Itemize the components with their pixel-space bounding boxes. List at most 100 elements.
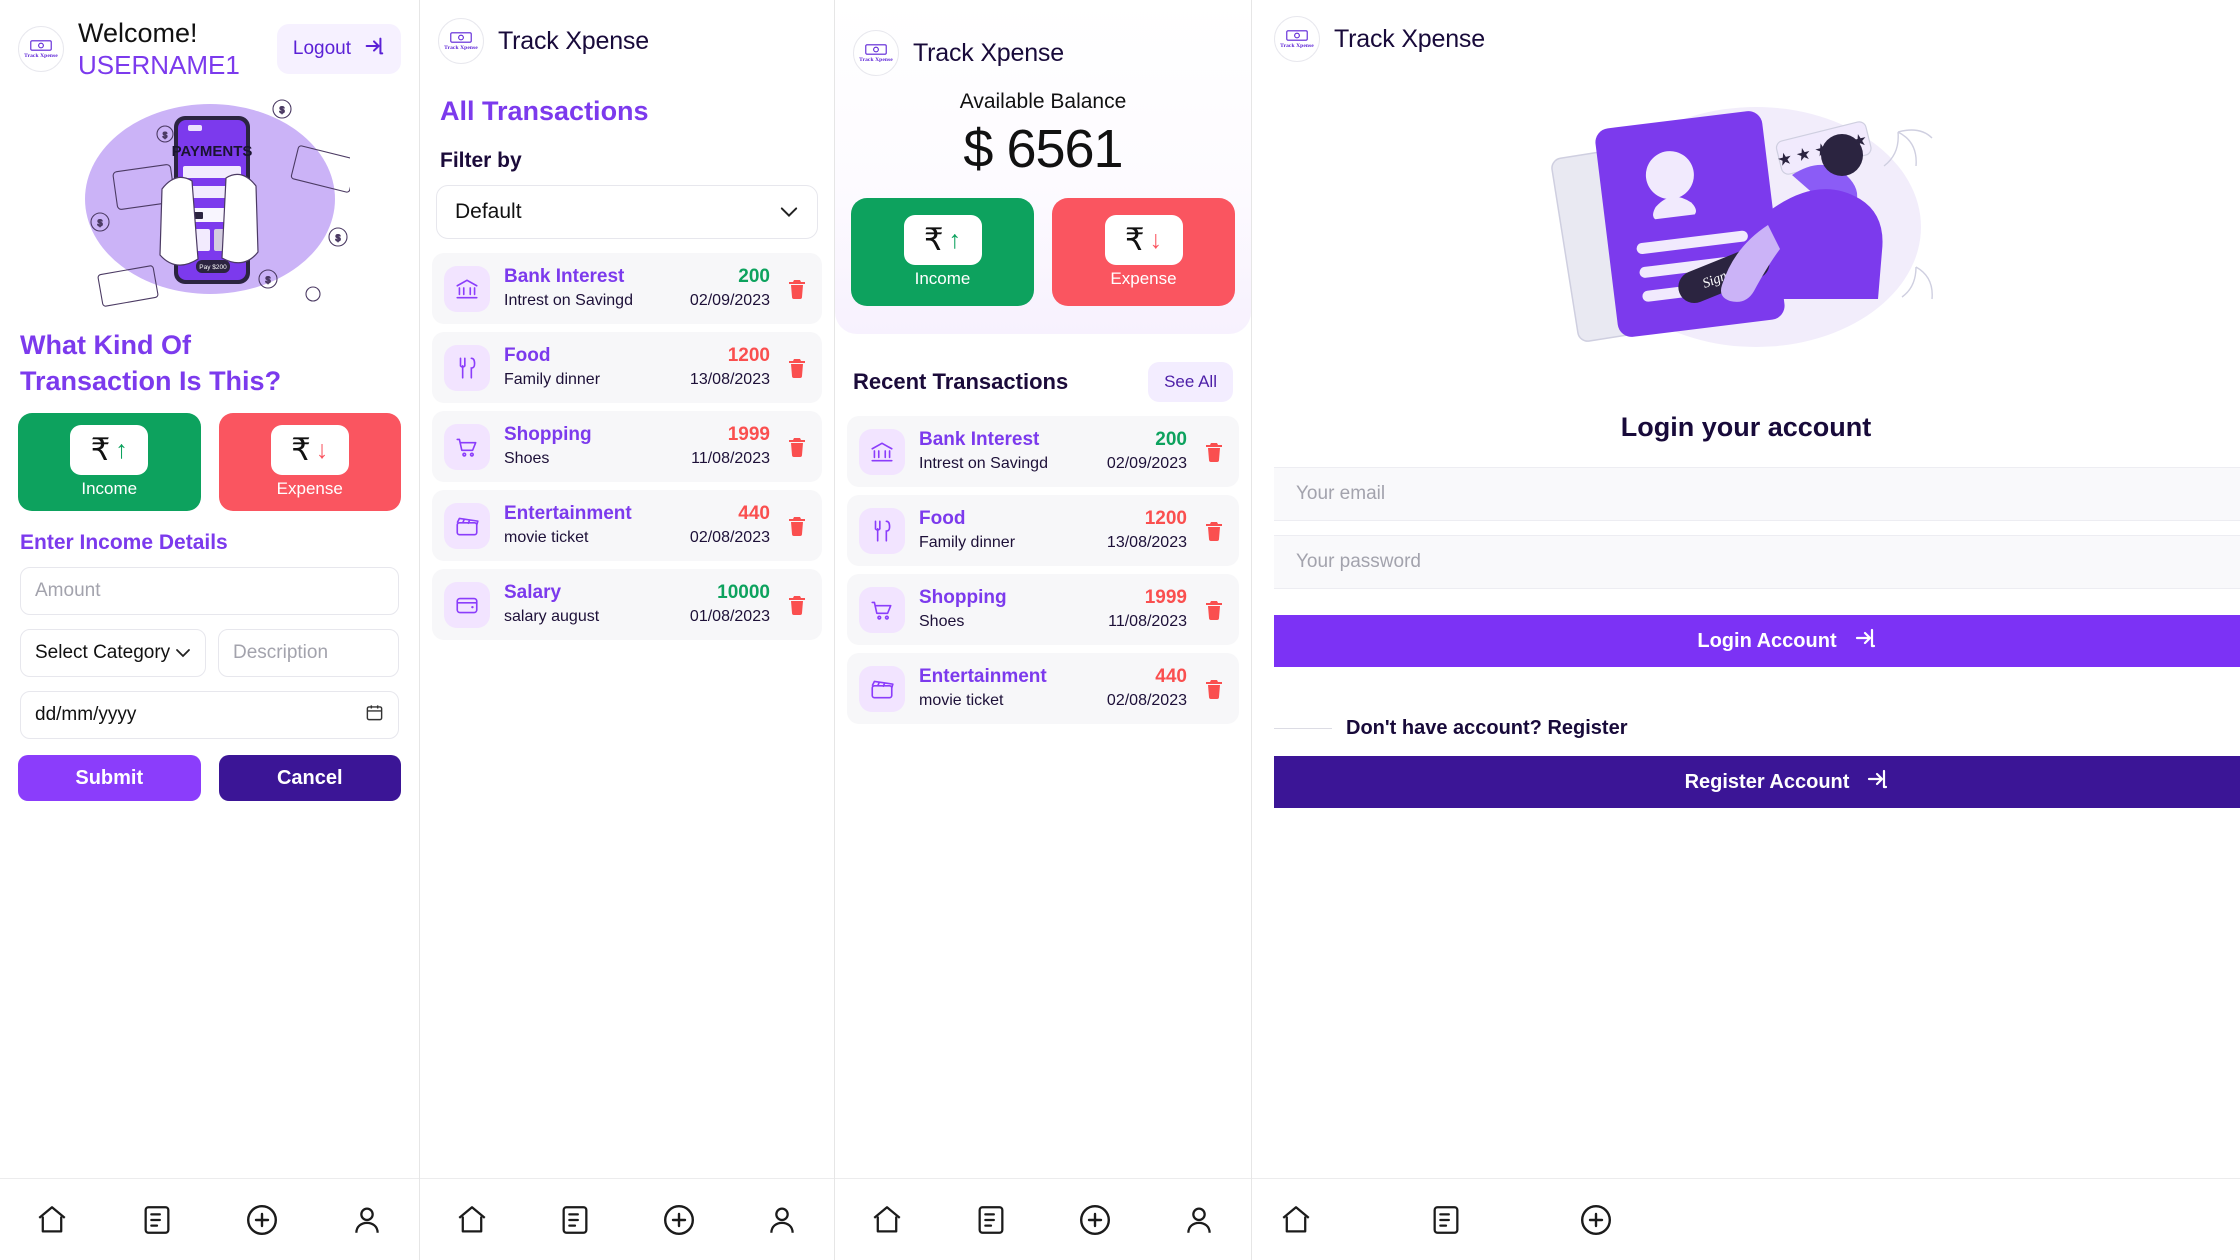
food-icon (859, 507, 905, 554)
delete-icon[interactable] (784, 277, 810, 301)
transaction-note: movie ticket (919, 691, 1004, 709)
delete-icon[interactable] (784, 356, 810, 380)
nav-profile-icon[interactable] (1167, 1188, 1231, 1252)
brand-title: Track Xpense (913, 38, 1064, 67)
transaction-date: 11/08/2023 (691, 449, 770, 467)
nav-profile-icon[interactable] (335, 1188, 399, 1252)
table-row[interactable]: Food Family dinner 1200 13/08/2023 (847, 495, 1239, 567)
table-row[interactable]: Salary salary august 10000 01/08/2023 (432, 569, 822, 641)
description-input[interactable]: Description (218, 629, 399, 678)
expense-label: Expense (276, 479, 343, 499)
logout-button[interactable]: Logout (276, 24, 401, 75)
transaction-meta: 1200 13/08/2023 (690, 344, 770, 391)
transaction-meta: 10000 01/08/2023 (690, 581, 770, 628)
transaction-amount: 10000 (717, 582, 770, 604)
see-all-button[interactable]: See All (1148, 362, 1233, 402)
transaction-meta: 440 02/08/2023 (690, 502, 770, 549)
filter-select[interactable]: Default (436, 185, 818, 239)
nav-add-icon[interactable] (1063, 1188, 1127, 1252)
cancel-button[interactable]: Cancel (218, 755, 401, 802)
clapperboard-icon (444, 502, 490, 549)
money-bill-icon (1286, 29, 1308, 42)
nav-add-icon[interactable] (230, 1188, 294, 1252)
transaction-info: Bank Interest Intrest on Savingd (504, 265, 676, 312)
expense-icon: ₹ ↓ (270, 425, 349, 476)
register-button[interactable]: Register Account (1274, 756, 2240, 808)
income-type-button[interactable]: ₹ ↑ Income (851, 198, 1034, 306)
signup-illustration: Sign Up ★★★★★ (1252, 72, 2240, 372)
amount-input[interactable]: Amount (20, 567, 399, 616)
nav-home-icon[interactable] (855, 1188, 919, 1252)
expense-type-button[interactable]: ₹ ↓ Expense (1052, 198, 1235, 306)
logout-label: Logout (292, 38, 351, 60)
table-row[interactable]: Shopping Shoes 1999 11/08/2023 (847, 574, 1239, 646)
transaction-meta: 1999 11/08/2023 (691, 423, 770, 470)
transaction-date: 02/08/2023 (689, 528, 770, 546)
panel-dashboard: Track Xpense Track Xpense Available Bala… (835, 0, 1252, 1260)
arrow-up-icon: ↑ (948, 225, 962, 254)
nav-home-icon[interactable] (440, 1188, 504, 1252)
category-select[interactable]: Select Category (20, 629, 206, 678)
income-label: Income (914, 269, 971, 288)
nav-list-icon[interactable] (1414, 1188, 1478, 1252)
delete-icon[interactable] (1201, 598, 1227, 622)
income-icon: ₹ ↑ (70, 425, 149, 476)
transaction-category: Food (919, 508, 966, 530)
transaction-note: Intrest on Savingd (504, 291, 633, 309)
table-row[interactable]: Bank Interest Intrest on Savingd 200 02/09/… (432, 253, 822, 325)
nav-list-icon[interactable] (959, 1188, 1023, 1252)
delete-icon[interactable] (784, 514, 810, 538)
nav-add-icon[interactable] (647, 1188, 711, 1252)
panel-add-transaction: Track Xpense Welcome! USERNAME1 Logout $… (0, 0, 420, 1260)
transaction-info: Salary salary august (504, 581, 676, 628)
transaction-info: Shopping Shoes (504, 423, 677, 470)
transaction-category: Bank Interest (919, 429, 1040, 450)
shopping-cart-icon (859, 586, 905, 633)
email-field[interactable]: Your email (1274, 467, 2240, 521)
table-row[interactable]: Entertainment movie ticket 440 02/08/2023 (432, 490, 822, 562)
transaction-amount: 1999 (727, 424, 770, 446)
calendar-icon[interactable] (365, 703, 384, 728)
panel2-header: Track Xpense Track Xpense (420, 0, 834, 64)
nav-list-icon[interactable] (125, 1188, 189, 1252)
table-row[interactable]: Entertainment movie ticket 440 02/08/2023 (847, 653, 1239, 725)
income-label: Income (81, 479, 138, 499)
date-input[interactable]: dd/mm/yyyy (20, 691, 399, 740)
svg-text:Pay $200: Pay $200 (199, 264, 227, 271)
register-prompt[interactable]: Don't have account? Register (1346, 717, 1627, 740)
delete-icon[interactable] (784, 435, 810, 459)
delete-icon[interactable] (1201, 519, 1227, 543)
table-row[interactable]: Food Family dinner 1200 13/08/2023 (432, 332, 822, 404)
svg-text:$: $ (265, 275, 270, 285)
expense-type-button[interactable]: ₹ ↓ Expense (218, 413, 401, 512)
brand-title: Track Xpense (498, 26, 649, 55)
nav-add-icon[interactable] (1564, 1188, 1628, 1252)
table-row[interactable]: Shopping Shoes 1999 11/08/2023 (432, 411, 822, 483)
transaction-amount: 440 (1155, 666, 1187, 688)
transaction-info: Food Family dinner (919, 507, 1093, 554)
delete-icon[interactable] (784, 593, 810, 617)
register-button-label: Register Account (1684, 770, 1850, 793)
nav-profile-icon[interactable] (750, 1188, 814, 1252)
delete-icon[interactable] (1201, 677, 1227, 701)
password-field[interactable]: Your password (1274, 535, 2240, 589)
table-row[interactable]: Bank Interest Intrest on Savingd 200 02/09/… (847, 416, 1239, 488)
logo-text: Track Xpense (1280, 42, 1314, 49)
transaction-meta: 440 02/08/2023 (1107, 665, 1187, 712)
delete-icon[interactable] (1201, 440, 1227, 464)
rupee-symbol: ₹ (90, 431, 111, 468)
submit-button[interactable]: Submit (18, 755, 201, 802)
nav-home-icon[interactable] (20, 1188, 84, 1252)
category-value: Select Category (35, 642, 171, 664)
login-arrow-icon (1853, 626, 1877, 656)
income-type-button[interactable]: ₹ ↑ Income (18, 413, 201, 512)
login-button[interactable]: Login Account (1274, 615, 2240, 667)
transaction-category: Food (504, 345, 551, 367)
nav-list-icon[interactable] (543, 1188, 607, 1252)
transaction-note: Family dinner (504, 370, 601, 388)
transaction-category: Entertainment (919, 666, 1047, 688)
transaction-meta: 1999 11/08/2023 (1108, 586, 1187, 633)
nav-home-icon[interactable] (1264, 1188, 1328, 1252)
transaction-note: Family dinner (919, 533, 1016, 551)
bottom-navigation (835, 1178, 1251, 1260)
